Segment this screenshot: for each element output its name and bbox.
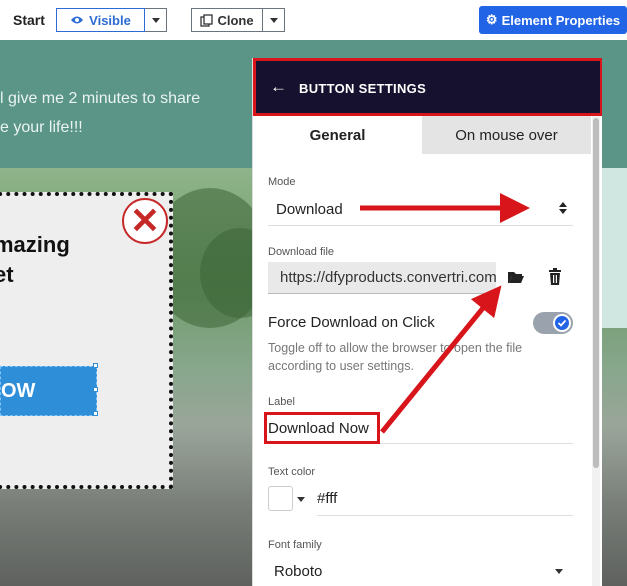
tab-general[interactable]: General [253, 116, 422, 154]
chevron-down-icon[interactable] [297, 497, 305, 502]
trash-icon[interactable] [547, 268, 563, 286]
force-download-help: Toggle off to allow the browser to open … [268, 341, 523, 373]
gear-icon: ⚙ [485, 12, 498, 27]
clone-group: Clone [191, 8, 285, 32]
folder-open-icon[interactable] [507, 268, 525, 286]
text-color-row: #fff [268, 482, 573, 518]
tab-on-mouse-over[interactable]: On mouse over [422, 116, 591, 154]
check-icon [555, 316, 569, 330]
font-family-label: Font family [268, 539, 322, 551]
text-color-input[interactable]: #fff [317, 482, 573, 516]
label-value-highlight: Download Now [264, 412, 380, 444]
download-file-value: https://dfyproducts.convertri.com [280, 269, 496, 286]
visible-dropdown-toggle[interactable] [145, 8, 167, 32]
mode-select[interactable]: Download [268, 194, 573, 226]
panel-tabs: General On mouse over [253, 116, 591, 154]
eye-icon [71, 16, 84, 24]
select-arrows-icon [559, 202, 567, 214]
visible-group: Visible [56, 8, 167, 32]
font-family-value: Roboto [274, 563, 323, 580]
back-arrow-icon[interactable]: ← [270, 77, 287, 97]
popup-heading-line-2: et [0, 262, 14, 287]
element-properties-button[interactable]: ⚙ Element Properties [479, 6, 627, 34]
download-file-label: Download file [268, 246, 335, 258]
popup-heading-line-1: mazing [0, 232, 70, 257]
clone-button-label: Clone [217, 12, 254, 28]
chevron-down-icon [555, 569, 563, 574]
clone-dropdown-toggle[interactable] [263, 8, 285, 32]
download-file-input[interactable]: https://dfyproducts.convertri.com [268, 262, 496, 294]
resize-handle[interactable] [93, 363, 98, 368]
hero-text-line-2: e your life!!! [0, 119, 83, 136]
mode-label: Mode [268, 176, 296, 188]
panel-header: ← BUTTON SETTINGS [253, 58, 602, 116]
label-input[interactable]: Download Now [264, 412, 573, 444]
visible-button-label: Visible [89, 12, 131, 28]
popup-heading: mazing et [0, 230, 70, 290]
force-download-toggle[interactable] [533, 312, 573, 334]
element-properties-label: Element Properties [501, 12, 621, 28]
chevron-down-icon [151, 17, 160, 23]
text-color-label: Text color [268, 466, 316, 478]
start-label: Start [13, 12, 45, 28]
chevron-down-icon [269, 17, 278, 23]
clone-button[interactable]: Clone [191, 8, 263, 32]
hero-text-line-1: l give me 2 minutes to share [0, 90, 201, 107]
copy-icon [200, 13, 214, 27]
button-settings-panel: ← BUTTON SETTINGS General On mouse over … [252, 58, 602, 586]
visible-button[interactable]: Visible [56, 8, 145, 32]
text-color-value: #fff [317, 490, 338, 507]
label-value: Download Now [268, 419, 369, 437]
panel-scrollbar-thumb[interactable] [593, 118, 599, 468]
popup-download-button[interactable]: OW [0, 366, 97, 416]
force-download-label: Force Download on Click [268, 314, 435, 331]
label-field-label: Label [268, 396, 295, 408]
popup-close-icon[interactable]: ✕ [122, 198, 168, 244]
popup-button-label: OW [1, 379, 36, 402]
resize-handle[interactable] [93, 387, 98, 392]
toggle-knob [553, 314, 571, 332]
panel-title: BUTTON SETTINGS [299, 81, 427, 96]
top-toolbar: Start Visible Clone ⚙ Element Properties [0, 0, 627, 40]
font-family-select[interactable]: Roboto [268, 556, 573, 586]
mode-value: Download [276, 201, 343, 218]
color-swatch[interactable] [268, 486, 293, 511]
resize-handle[interactable] [93, 411, 98, 416]
